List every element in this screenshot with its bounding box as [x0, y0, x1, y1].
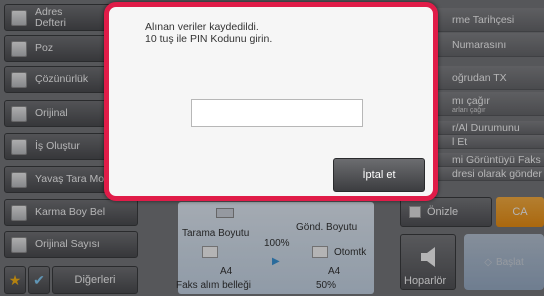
cancel-button[interactable]: İptal et [333, 158, 425, 192]
pin-dialog: Alınan veriler kaydedildi. 10 tuş ile PI… [104, 2, 438, 201]
pin-input[interactable] [191, 99, 363, 127]
dialog-message-line2: 10 tuş ile PIN Kodunu girin. [145, 33, 273, 45]
dialog-message: Alınan veriler kaydedildi. 10 tuş ile PI… [145, 21, 272, 45]
dialog-message-line1: Alınan veriler kaydedildi. [145, 21, 259, 33]
